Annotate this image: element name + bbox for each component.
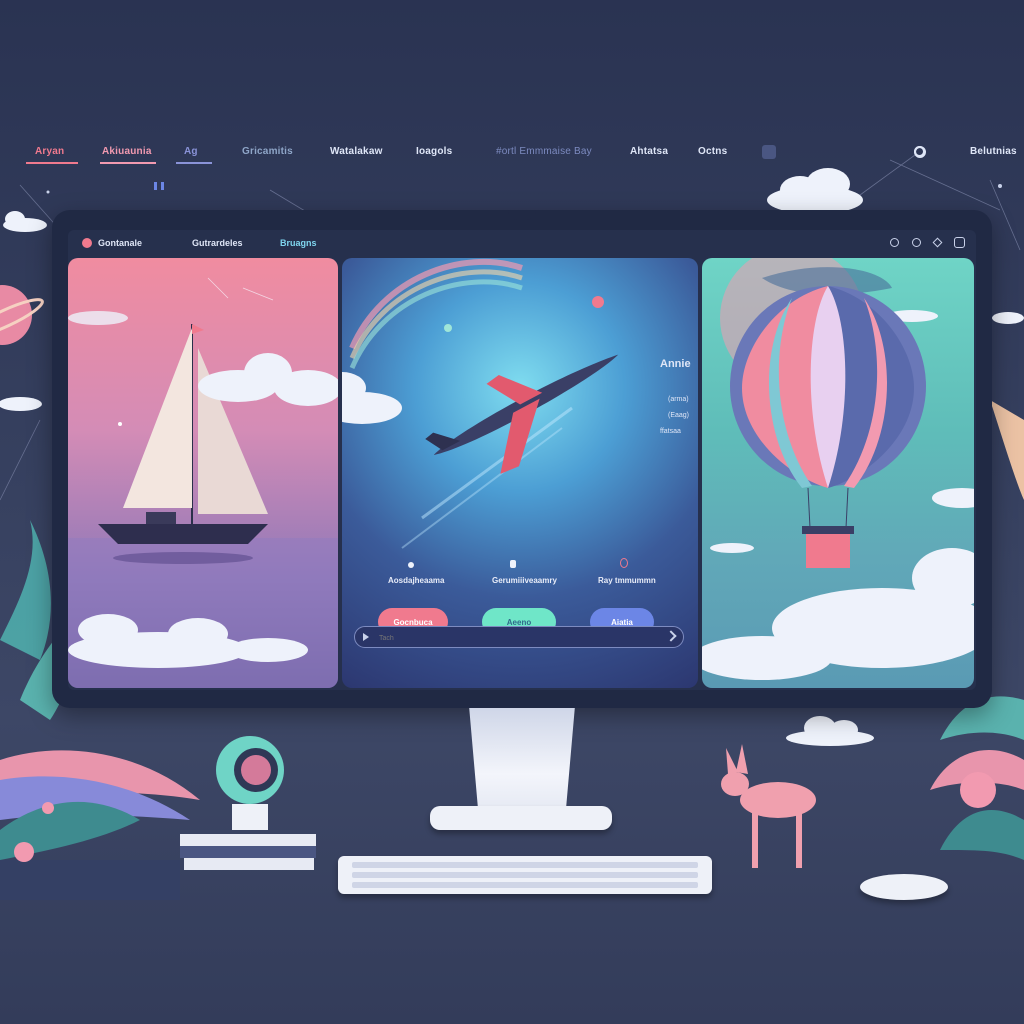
tab-gutrardeles[interactable]: Gutrardeles: [192, 238, 243, 248]
nav-underline-ag: [176, 162, 212, 164]
caption-icon: [510, 560, 516, 568]
nav-item-ioagols[interactable]: Ioagols: [416, 146, 452, 157]
caption-gerumiiiveaamry: Gerumiiiveaamry: [492, 576, 557, 585]
diamond-icon[interactable]: [932, 237, 943, 248]
nav-item-belutnias[interactable]: Belutnias: [970, 146, 1017, 157]
square-icon[interactable]: [762, 145, 776, 159]
caption-icon: [408, 562, 414, 568]
books-stack: [180, 834, 316, 870]
panel-sailboat[interactable]: [68, 258, 338, 688]
nav-item-octns[interactable]: Octns: [698, 146, 727, 157]
tab-gontanale[interactable]: Gontanale: [98, 238, 142, 248]
play-icon[interactable]: [363, 633, 369, 641]
nav-item-ahtatsa[interactable]: Ahtatsa: [630, 146, 668, 157]
sidebar-toggle-icon[interactable]: [154, 182, 164, 190]
top-navigation: Aryan Akiuaunia Ag Gricamitis Watalakaw …: [0, 140, 1024, 190]
nav-item-gricamitis[interactable]: Gricamitis: [242, 146, 293, 157]
settings-icon[interactable]: [912, 238, 921, 247]
side-info-line: (Eaag): [668, 412, 690, 419]
search-ring-icon[interactable]: [914, 146, 925, 157]
location-icon: [620, 558, 628, 568]
screen: Gontanale Gutrardeles Bruagns Aosdajheaa…: [68, 230, 976, 690]
caption-ray-tmmummn: Ray tmmummn: [598, 576, 656, 585]
sailboat-illustration: [68, 277, 338, 688]
minimize-icon[interactable]: [890, 238, 899, 247]
nav-item-aryan[interactable]: Aryan: [35, 146, 64, 157]
app-logo-icon: [82, 238, 92, 248]
mouse: [860, 874, 948, 900]
square-icon[interactable]: [954, 237, 965, 248]
balloon-illustration: [702, 258, 974, 680]
nav-item-emmmaise-bay[interactable]: #ortl Emmmaise Bay: [496, 146, 592, 157]
panel-hot-air-balloon[interactable]: [702, 258, 974, 688]
panel-airplane[interactable]: Aosdajheaama Gerumiiiveaamry Ray tmmummn…: [342, 258, 698, 688]
nav-active-underline: [26, 162, 78, 164]
monitor-stand: [469, 708, 575, 818]
side-info-line: (arma): [668, 396, 689, 403]
side-info-title: Annie: [660, 358, 691, 370]
monitor-stand-base: [430, 806, 612, 830]
keyboard-keys: [352, 862, 698, 888]
monitor: Gontanale Gutrardeles Bruagns Aosdajheaa…: [52, 210, 992, 708]
tab-bruagns[interactable]: Bruagns: [280, 238, 317, 248]
nav-item-watalakaw[interactable]: Watalakaw: [330, 146, 383, 157]
side-info-line: ffatsaa: [660, 428, 681, 435]
caption-aosdajheaama: Aosdajheaama: [388, 576, 445, 585]
nav-underline-akiuaunia: [100, 162, 156, 164]
search-input[interactable]: [377, 630, 661, 646]
monitor-notch: [508, 210, 536, 220]
app-bar: Gontanale Gutrardeles Bruagns: [68, 230, 976, 258]
webcam-device: [216, 736, 284, 830]
nav-item-akiuaunia[interactable]: Akiuaunia: [102, 146, 152, 157]
nav-item-ag[interactable]: Ag: [184, 146, 198, 157]
search-bar[interactable]: [354, 626, 684, 648]
chevron-right-icon[interactable]: [665, 630, 677, 642]
keyboard: [338, 856, 712, 894]
